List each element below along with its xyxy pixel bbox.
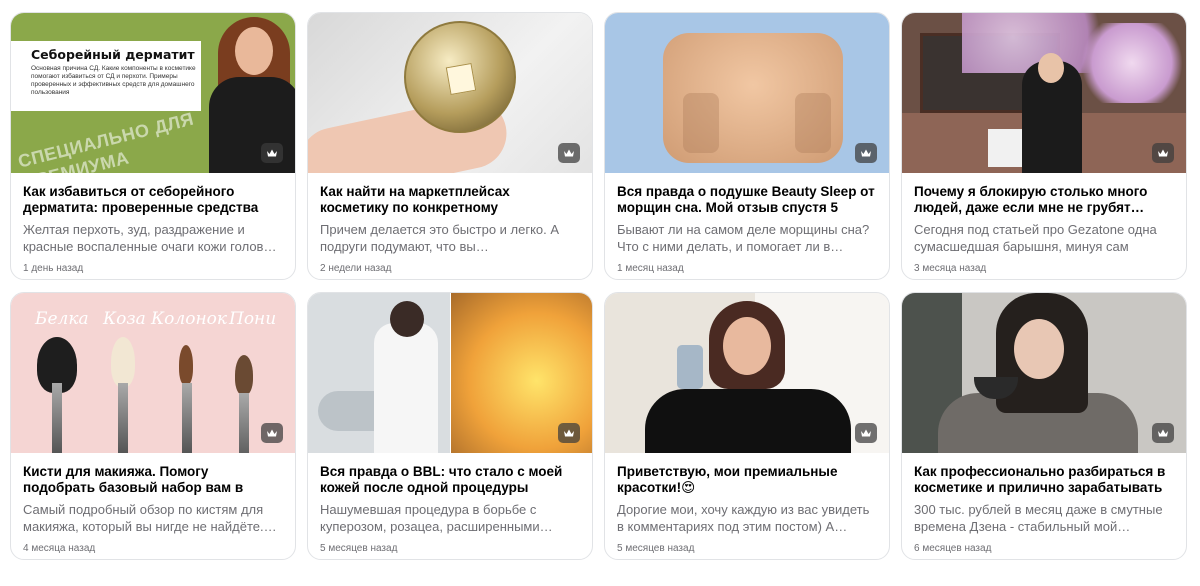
thumbnail-subtext: Основная причина СД. Какие компоненты в … — [31, 65, 196, 96]
card-timestamp: 1 день назад — [23, 263, 84, 274]
card-timestamp: 3 месяца назад — [914, 263, 987, 274]
brush-label: Колонок — [151, 309, 228, 329]
card-title[interactable]: Как избавиться от себорейного дерматита:… — [23, 184, 283, 216]
brush-label: Пони — [229, 309, 277, 329]
card-title[interactable]: Вся правда о подушке Beauty Sleep от мор… — [617, 184, 877, 216]
card-snippet: Желтая перхоть, зуд, раздражение и красн… — [23, 222, 277, 254]
card-thumbnail[interactable] — [605, 13, 889, 173]
article-card[interactable]: Приветствую, мои премиальные красотки!😍 … — [604, 292, 890, 560]
card-thumbnail[interactable] — [308, 13, 592, 173]
crown-icon — [1152, 143, 1174, 163]
card-title[interactable]: Как найти на маркетплейсах косметику по … — [320, 184, 580, 216]
card-snippet: Дорогие мои, хочу каждую из вас увидеть … — [617, 502, 870, 534]
card-title[interactable]: Как профессионально разбираться в космет… — [914, 464, 1174, 496]
crown-icon — [261, 423, 283, 443]
card-snippet: Самый подробный обзор по кистям для маки… — [23, 502, 277, 534]
crown-icon — [1152, 423, 1174, 443]
crown-icon — [855, 423, 877, 443]
article-card[interactable]: Вся правда о BBL: что стало с моей кожей… — [307, 292, 593, 560]
article-card[interactable]: Вся правда о подушке Beauty Sleep от мор… — [604, 12, 890, 280]
card-thumbnail[interactable] — [902, 293, 1186, 453]
article-card[interactable]: Почему я блокирую столько много людей, д… — [901, 12, 1187, 280]
crown-icon — [558, 423, 580, 443]
card-thumbnail[interactable] — [308, 293, 592, 453]
card-snippet: Сегодня под статьей про Gezatone одна су… — [914, 222, 1157, 254]
card-snippet: Нашумевшая процедура в борьбе с куперозо… — [320, 502, 553, 534]
crown-icon — [855, 143, 877, 163]
card-title[interactable]: Почему я блокирую столько много людей, д… — [914, 184, 1174, 216]
article-card[interactable]: Себорейный дерматит Основная причина СД.… — [10, 12, 296, 280]
card-title[interactable]: Кисти для макияжа. Помогу подобрать базо… — [23, 464, 283, 496]
card-timestamp: 4 месяца назад — [23, 543, 96, 554]
card-title[interactable]: Приветствую, мои премиальные красотки!😍 — [617, 464, 877, 496]
card-thumbnail[interactable]: Себорейный дерматит Основная причина СД.… — [11, 13, 295, 173]
article-grid: Себорейный дерматит Основная причина СД.… — [10, 12, 1187, 560]
card-timestamp: 5 месяцев назад — [617, 543, 695, 554]
card-timestamp: 6 месяцев назад — [914, 543, 992, 554]
crown-icon — [558, 143, 580, 163]
brush-label: Белка — [35, 309, 89, 329]
card-thumbnail[interactable]: Белка Коза Колонок Пони — [11, 293, 295, 453]
card-snippet: Причем делается это быстро и легко. А по… — [320, 222, 560, 254]
card-title[interactable]: Вся правда о BBL: что стало с моей кожей… — [320, 464, 580, 496]
article-card[interactable]: Как найти на маркетплейсах косметику по … — [307, 12, 593, 280]
article-card[interactable]: Белка Коза Колонок Пони Кисти для макияж… — [10, 292, 296, 560]
card-thumbnail[interactable] — [605, 293, 889, 453]
thumbnail-headline: Себорейный дерматит — [31, 47, 195, 62]
card-timestamp: 2 недели назад — [320, 263, 392, 274]
crown-icon — [261, 143, 283, 163]
card-timestamp: 1 месяц назад — [617, 263, 684, 274]
card-timestamp: 5 месяцев назад — [320, 543, 398, 554]
card-snippet: Бывают ли на самом деле морщины сна? Что… — [617, 222, 870, 254]
brush-label: Коза — [103, 309, 146, 329]
article-card[interactable]: Как профессионально разбираться в космет… — [901, 292, 1187, 560]
card-thumbnail[interactable] — [902, 13, 1186, 173]
card-snippet: 300 тыс. рублей в месяц даже в смутные в… — [914, 502, 1163, 534]
